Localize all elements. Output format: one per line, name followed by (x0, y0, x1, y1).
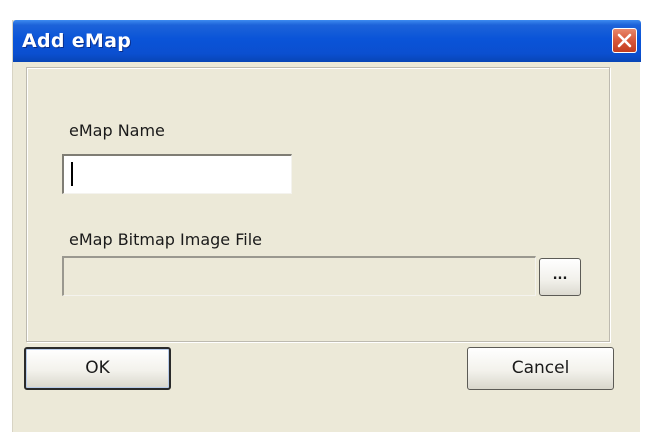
emap-name-input[interactable] (62, 154, 292, 194)
close-icon (617, 33, 632, 48)
cancel-button[interactable]: Cancel (467, 347, 614, 390)
browse-button[interactable]: ... (539, 258, 581, 296)
emap-file-path-input (62, 256, 536, 296)
ok-button[interactable]: OK (24, 347, 171, 390)
window-title: Add eMap (22, 30, 132, 52)
close-button[interactable] (612, 28, 637, 53)
text-cursor (71, 162, 73, 186)
emap-file-label: eMap Bitmap Image File (69, 230, 262, 249)
title-bar[interactable]: Add eMap (13, 20, 641, 62)
settings-group-box (26, 67, 610, 342)
emap-name-label: eMap Name (69, 121, 165, 140)
